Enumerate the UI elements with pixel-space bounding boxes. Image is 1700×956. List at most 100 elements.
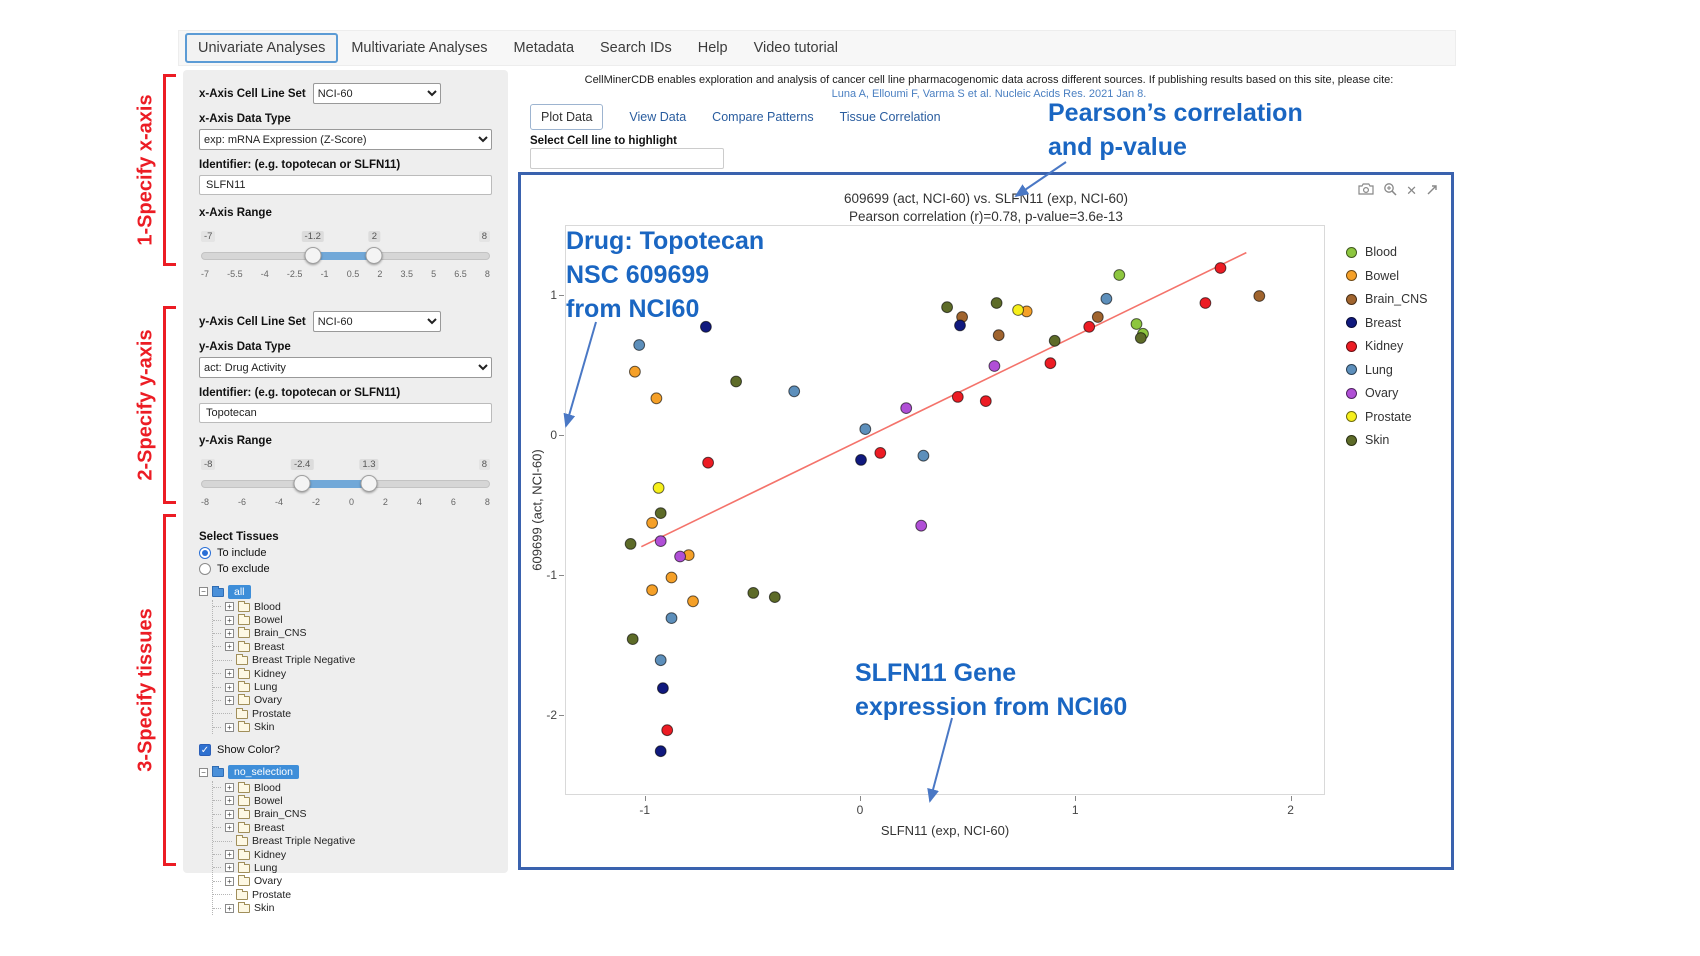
- include-tree-item-bowel[interactable]: +Bowel: [213, 613, 492, 626]
- collapse-icon[interactable]: −: [199, 587, 208, 596]
- legend-item-blood[interactable]: Blood: [1346, 245, 1428, 259]
- expand-icon[interactable]: +: [225, 669, 234, 678]
- tab-tissue-correlation[interactable]: Tissue Correlation: [840, 110, 941, 124]
- scatter-point-blood[interactable]: [1114, 270, 1125, 281]
- scatter-point-skin[interactable]: [625, 539, 636, 550]
- legend-item-ovary[interactable]: Ovary: [1346, 386, 1428, 400]
- scatter-point-skin[interactable]: [1049, 335, 1060, 346]
- scatter-point-kidney[interactable]: [703, 457, 714, 468]
- scatter-point-kidney[interactable]: [980, 396, 991, 407]
- expand-icon[interactable]: +: [225, 602, 234, 611]
- x-slider-handle-to[interactable]: [366, 247, 383, 264]
- expand-icon[interactable]: +: [225, 796, 234, 805]
- exclude-tree-item-kidney[interactable]: +Kidney: [213, 848, 492, 861]
- scatter-point-kidney[interactable]: [662, 725, 673, 736]
- x-cell-line-set-select[interactable]: NCI-60: [313, 83, 441, 104]
- x-data-type-select[interactable]: exp: mRNA Expression (Z-Score): [199, 129, 492, 150]
- scatter-point-bowel[interactable]: [666, 572, 677, 583]
- include-tree-item-prostate[interactable]: Prostate: [213, 707, 492, 720]
- scatter-point-ovary[interactable]: [901, 403, 912, 414]
- include-tree-item-brain-cns[interactable]: +Brain_CNS: [213, 627, 492, 640]
- tab-view-data[interactable]: View Data: [629, 110, 686, 124]
- y-slider-handle-from[interactable]: [294, 475, 311, 492]
- expand-icon[interactable]: +: [225, 850, 234, 859]
- include-tree-item-blood[interactable]: +Blood: [213, 600, 492, 613]
- nav-tab-metadata[interactable]: Metadata: [501, 33, 587, 63]
- scatter-point-lung[interactable]: [860, 424, 871, 435]
- y-range-slider[interactable]: -88-2.41.3-8-6-4-202468: [201, 463, 490, 515]
- scatter-point-blood[interactable]: [1131, 319, 1142, 330]
- x-identifier-input[interactable]: [199, 175, 492, 195]
- exclude-tree-item-breast[interactable]: +Breast: [213, 821, 492, 834]
- scatter-point-lung[interactable]: [1101, 293, 1112, 304]
- include-tree-item-skin[interactable]: +Skin: [213, 721, 492, 734]
- include-tree-item-kidney[interactable]: +Kidney: [213, 667, 492, 680]
- legend-item-bowel[interactable]: Bowel: [1346, 269, 1428, 283]
- scatter-point-brain-cns[interactable]: [1254, 291, 1265, 302]
- nav-tab-multivariate-analyses[interactable]: Multivariate Analyses: [338, 33, 500, 63]
- expand-icon[interactable]: +: [225, 696, 234, 705]
- scatter-point-brain-cns[interactable]: [1092, 312, 1103, 323]
- scatter-point-lung[interactable]: [655, 655, 666, 666]
- scatter-point-skin[interactable]: [991, 298, 1002, 309]
- y-slider-handle-to[interactable]: [360, 475, 377, 492]
- tissues-exclude-radio[interactable]: [199, 563, 211, 575]
- scatter-point-skin[interactable]: [627, 634, 638, 645]
- scatter-point-ovary[interactable]: [916, 520, 927, 531]
- scatter-point-ovary[interactable]: [675, 551, 686, 562]
- x-slider-handle-from[interactable]: [304, 247, 321, 264]
- tissues-include-radio[interactable]: [199, 547, 211, 559]
- exclude-tree-item-skin[interactable]: +Skin: [213, 901, 492, 914]
- expand-icon[interactable]: +: [225, 616, 234, 625]
- citation-link[interactable]: Luna A, Elloumi F, Varma S et al. Nuclei…: [520, 88, 1458, 100]
- scatter-point-lung[interactable]: [666, 613, 677, 624]
- expand-icon[interactable]: +: [225, 877, 234, 886]
- scatter-point-bowel[interactable]: [630, 366, 641, 377]
- x-range-slider[interactable]: -78-1.22-7-5.5-4-2.5-10.523.556.58: [201, 235, 490, 287]
- scatter-point-prostate[interactable]: [1013, 305, 1024, 316]
- expand-icon[interactable]: +: [225, 783, 234, 792]
- exclude-tree-item-prostate[interactable]: Prostate: [213, 888, 492, 901]
- collapse-icon[interactable]: −: [199, 768, 208, 777]
- legend-item-brain-cns[interactable]: Brain_CNS: [1346, 292, 1428, 306]
- scatter-point-lung[interactable]: [634, 340, 645, 351]
- legend-item-breast[interactable]: Breast: [1346, 316, 1428, 330]
- include-tree-item-lung[interactable]: +Lung: [213, 680, 492, 693]
- legend-item-kidney[interactable]: Kidney: [1346, 339, 1428, 353]
- scatter-point-bowel[interactable]: [651, 393, 662, 404]
- nav-tab-univariate-analyses[interactable]: Univariate Analyses: [185, 33, 338, 63]
- y-data-type-select[interactable]: act: Drug Activity: [199, 357, 492, 378]
- expand-icon[interactable]: +: [225, 810, 234, 819]
- exclude-tree-item-blood[interactable]: +Blood: [213, 781, 492, 794]
- scatter-point-bowel[interactable]: [647, 585, 658, 596]
- scatter-point-brain-cns[interactable]: [993, 330, 1004, 341]
- tab-plot-data[interactable]: Plot Data: [530, 104, 603, 130]
- exclude-tree-item-lung[interactable]: +Lung: [213, 861, 492, 874]
- include-tree-root-label[interactable]: all: [228, 585, 251, 599]
- include-tree-item-breast-triple-negative[interactable]: Breast Triple Negative: [213, 654, 492, 667]
- scatter-point-kidney[interactable]: [1215, 263, 1226, 274]
- scatter-point-prostate[interactable]: [653, 483, 664, 494]
- legend-item-skin[interactable]: Skin: [1346, 433, 1428, 447]
- nav-tab-help[interactable]: Help: [685, 33, 741, 63]
- scatter-point-breast[interactable]: [658, 683, 669, 694]
- tab-compare-patterns[interactable]: Compare Patterns: [712, 110, 813, 124]
- scatter-point-breast[interactable]: [955, 320, 966, 331]
- nav-tab-search-ids[interactable]: Search IDs: [587, 33, 685, 63]
- exclude-tree-item-bowel[interactable]: +Bowel: [213, 794, 492, 807]
- y-identifier-input[interactable]: [199, 403, 492, 423]
- scatter-point-skin[interactable]: [769, 592, 780, 603]
- scatter-point-skin[interactable]: [1135, 333, 1146, 344]
- legend-item-prostate[interactable]: Prostate: [1346, 410, 1428, 424]
- include-tree-item-breast[interactable]: +Breast: [213, 640, 492, 653]
- exclude-tree-root-label[interactable]: no_selection: [228, 765, 299, 779]
- include-tree-item-ovary[interactable]: +Ovary: [213, 694, 492, 707]
- scatter-point-breast[interactable]: [655, 746, 666, 757]
- scatter-point-bowel[interactable]: [688, 596, 699, 607]
- expand-icon[interactable]: +: [225, 863, 234, 872]
- scatter-point-bowel[interactable]: [647, 518, 658, 529]
- scatter-point-lung[interactable]: [918, 450, 929, 461]
- scatter-point-skin[interactable]: [655, 508, 666, 519]
- scatter-point-lung[interactable]: [789, 386, 800, 397]
- exclude-tree-item-brain-cns[interactable]: +Brain_CNS: [213, 808, 492, 821]
